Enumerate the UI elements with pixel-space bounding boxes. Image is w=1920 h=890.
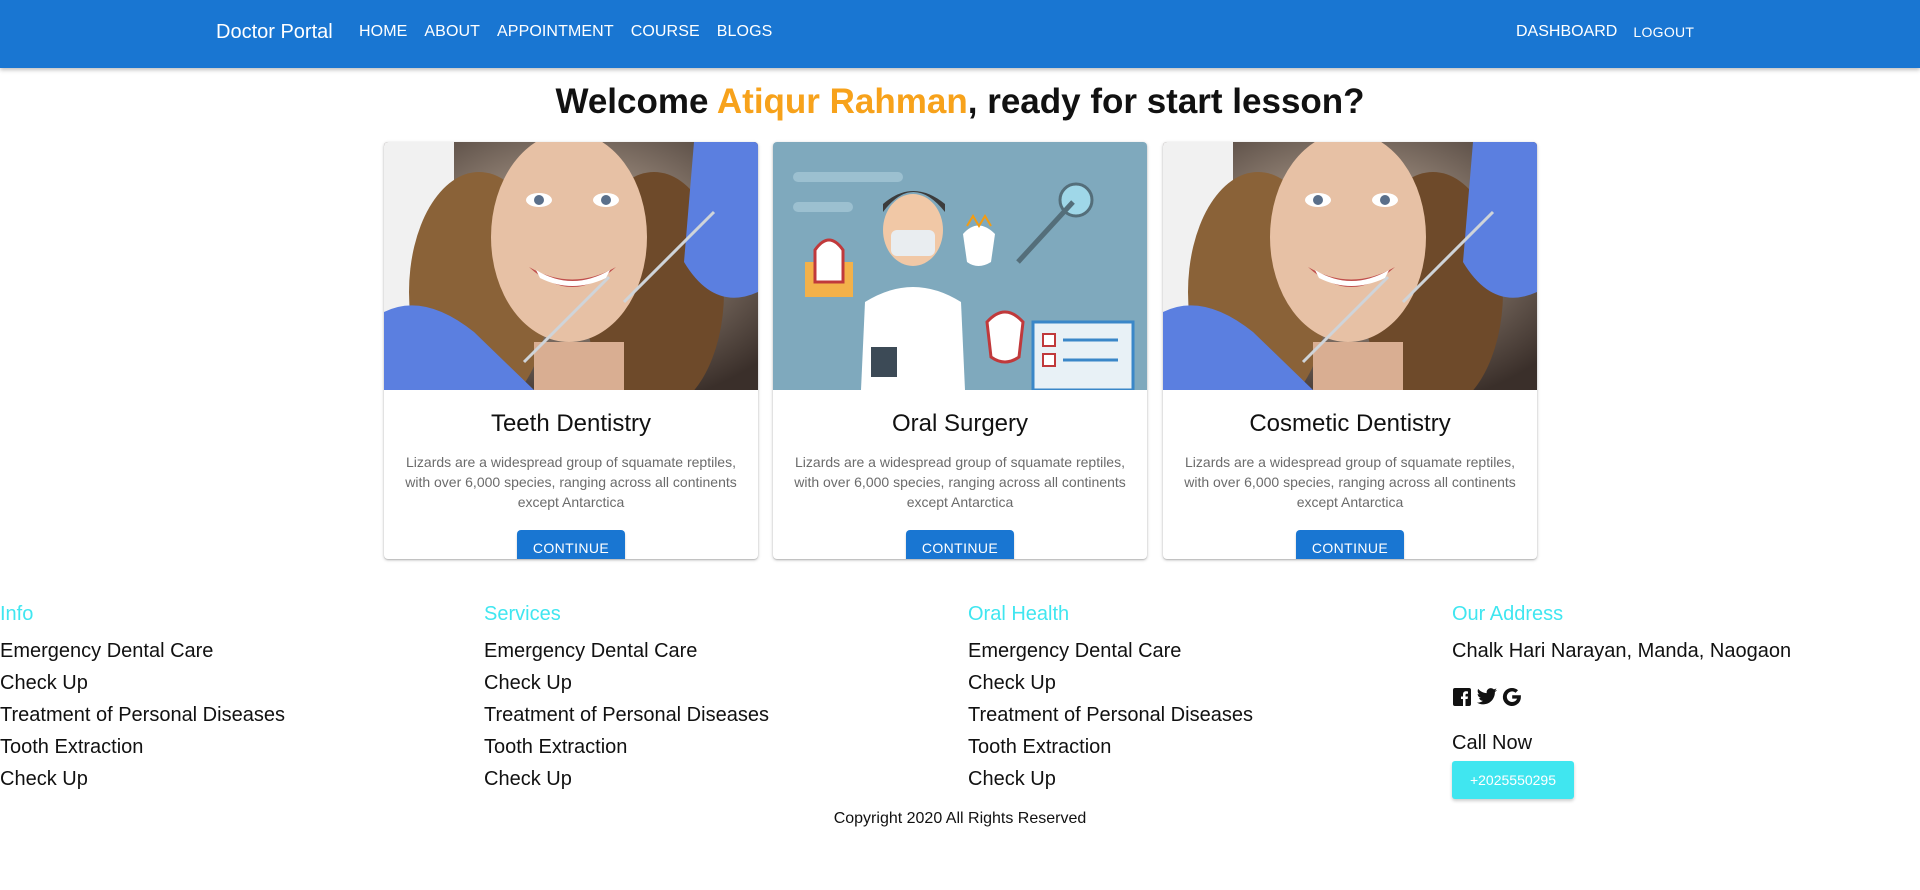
continue-button[interactable]: CONTINUE: [517, 530, 625, 559]
nav-appointment-link[interactable]: APPOINTMENT: [497, 23, 614, 41]
footer-link[interactable]: Emergency Dental Care: [484, 635, 769, 667]
twitter-icon[interactable]: [1476, 687, 1498, 707]
footer-services-list: Emergency Dental Care Check Up Treatment…: [484, 635, 769, 795]
course-card: Teeth Dentistry Lizards are a widespread…: [384, 142, 758, 559]
footer-link[interactable]: Check Up: [968, 763, 1253, 795]
nav-blogs-link[interactable]: BLOGS: [717, 23, 773, 41]
continue-button[interactable]: CONTINUE: [906, 530, 1014, 559]
card-description: Lizards are a widespread group of squama…: [1184, 454, 1516, 510]
footer-services-column: Services Emergency Dental Care Check Up …: [484, 603, 769, 795]
footer-link[interactable]: Check Up: [0, 667, 285, 699]
nav-about-link[interactable]: ABOUT: [424, 23, 480, 41]
footer-services-title: Services: [484, 603, 561, 625]
social-icons: [1452, 683, 1791, 711]
footer-link[interactable]: Check Up: [484, 667, 769, 699]
footer-address-column: Our Address Chalk Hari Narayan, Manda, N…: [1452, 603, 1791, 799]
facebook-icon[interactable]: [1452, 687, 1472, 707]
smiling-woman-dentist-photo: [1163, 142, 1537, 390]
footer-link[interactable]: Treatment of Personal Diseases: [968, 699, 1253, 731]
address-text: Chalk Hari Narayan, Manda, Naogaon: [1452, 640, 1792, 662]
footer-info-title: Info: [0, 603, 34, 625]
footer-link[interactable]: Treatment of Personal Diseases: [484, 699, 769, 731]
dental-patient-image: [384, 142, 758, 390]
footer-info-column: Info Emergency Dental Care Check Up Trea…: [0, 603, 285, 795]
top-navbar: Doctor Portal HOME ABOUT APPOINTMENT COU…: [0, 0, 1920, 68]
welcome-prefix: Welcome: [555, 82, 717, 121]
nav-course-link[interactable]: COURSE: [631, 23, 700, 41]
dental-patient-image: [1163, 142, 1537, 390]
footer-link[interactable]: Emergency Dental Care: [0, 635, 285, 667]
footer-address-title: Our Address: [1452, 603, 1564, 625]
card-title: Oral Surgery: [891, 410, 1029, 437]
footer-link[interactable]: Tooth Extraction: [968, 731, 1253, 763]
nav-links: HOME ABOUT APPOINTMENT COURSE BLOGS: [359, 23, 772, 41]
footer-info-list: Emergency Dental Care Check Up Treatment…: [0, 635, 285, 795]
nav-right: DASHBOARD LOGOUT: [1516, 23, 1694, 41]
dashboard-link[interactable]: DASHBOARD: [1516, 23, 1617, 41]
welcome-heading: Welcome Atiqur Rahman, ready for start l…: [0, 82, 1920, 122]
course-card: Oral Surgery Lizards are a widespread gr…: [773, 142, 1147, 559]
course-card: Cosmetic Dentistry Lizards are a widespr…: [1163, 142, 1537, 559]
card-description: Lizards are a widespread group of squama…: [794, 454, 1126, 510]
brand-link[interactable]: Doctor Portal: [216, 21, 333, 44]
card-title: Cosmetic Dentistry: [1249, 410, 1451, 437]
nav-home-link[interactable]: HOME: [359, 23, 407, 41]
welcome-suffix: , ready for start lesson?: [967, 82, 1365, 121]
copyright-text: Copyright 2020 All Rights Reserved: [833, 810, 1087, 827]
phone-call-button[interactable]: +2025550295: [1452, 761, 1574, 799]
footer-link[interactable]: Emergency Dental Care: [968, 635, 1253, 667]
user-name: Atiqur Rahman: [716, 82, 968, 121]
card-title: Teeth Dentistry: [490, 410, 652, 437]
footer-link[interactable]: Tooth Extraction: [0, 731, 285, 763]
logout-button[interactable]: LOGOUT: [1633, 24, 1694, 40]
google-icon[interactable]: [1502, 687, 1522, 707]
dentist-illustration: [773, 142, 1147, 390]
footer-link[interactable]: Check Up: [0, 763, 285, 795]
footer-link[interactable]: Treatment of Personal Diseases: [0, 699, 285, 731]
continue-button[interactable]: CONTINUE: [1296, 530, 1404, 559]
footer-oral-health-list: Emergency Dental Care Check Up Treatment…: [968, 635, 1253, 795]
call-now-label: Call Now: [1452, 732, 1533, 754]
smiling-woman-dentist-photo: [384, 142, 758, 390]
footer-link[interactable]: Check Up: [484, 763, 769, 795]
dentist-illustration-image: [773, 142, 1147, 390]
footer-link[interactable]: Check Up: [968, 667, 1253, 699]
card-description: Lizards are a widespread group of squama…: [405, 454, 737, 510]
footer-oral-health-title: Oral Health: [968, 603, 1070, 625]
footer-link[interactable]: Tooth Extraction: [484, 731, 769, 763]
footer-oral-health-column: Oral Health Emergency Dental Care Check …: [968, 603, 1253, 795]
